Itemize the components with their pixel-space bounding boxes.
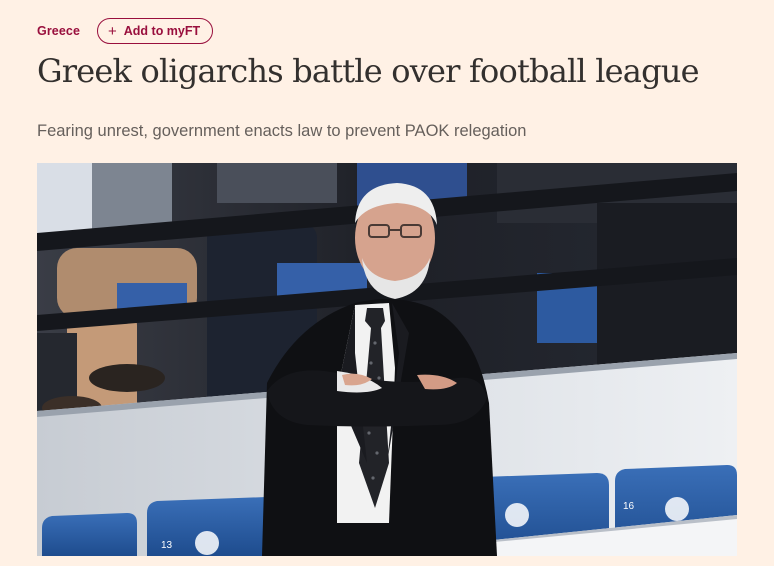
seat-number: 16 bbox=[623, 501, 635, 512]
standfirst: Fearing unrest, government enacts law to… bbox=[37, 122, 527, 140]
seat-number: 13 bbox=[161, 540, 173, 551]
add-to-myft-button[interactable]: + Add to myFT bbox=[97, 18, 214, 44]
stadium-photo-illustration: 13 15 16 bbox=[37, 163, 737, 556]
plus-icon: + bbox=[108, 22, 117, 40]
article-page: Greece + Add to myFT Greek oligarchs bat… bbox=[0, 0, 774, 566]
topic-link[interactable]: Greece bbox=[37, 24, 80, 38]
article-photo: 13 15 16 bbox=[37, 163, 737, 556]
headline: Greek oligarchs battle over football lea… bbox=[37, 52, 700, 90]
topic-row: Greece + Add to myFT bbox=[37, 16, 214, 46]
add-to-myft-label: Add to myFT bbox=[123, 24, 201, 38]
